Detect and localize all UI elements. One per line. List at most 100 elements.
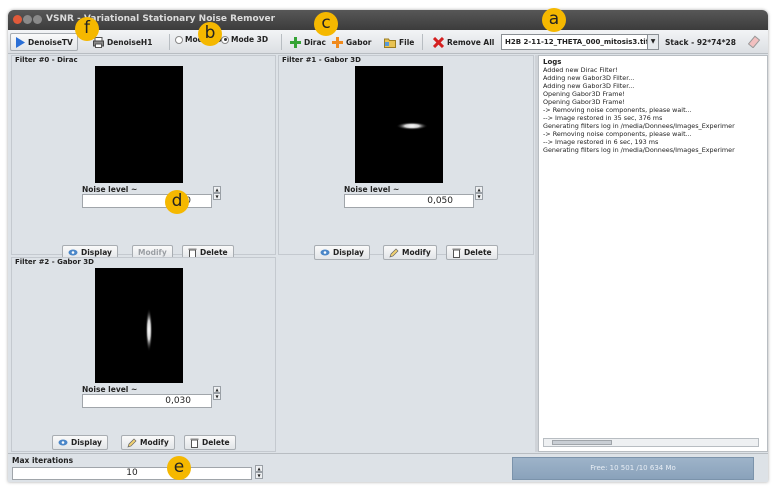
eraser-icon[interactable] [748,35,761,48]
app-window: VSNR - Variational Stationary Noise Remo… [8,10,768,482]
log-line: Opening Gabor3D Frame! [543,90,625,98]
delete-label: Delete [464,248,492,257]
denoise-tv-button[interactable]: DenoiseTV [10,33,78,51]
open-file-button[interactable]: File [379,33,419,51]
gabor-label: Gabor [346,37,372,47]
denoise-h1-button[interactable]: DenoiseH1 [88,33,157,51]
denoise-tv-label: DenoiseTV [28,37,73,47]
log-line: Added new Dirac Filter! [543,66,618,74]
filter-image [95,268,183,383]
eye-icon [320,249,330,256]
toolbar-separator [422,34,423,50]
filter-title: Filter #0 - Dirac [15,56,78,64]
modify-button[interactable]: Modify [121,435,175,450]
mode-3d-label: Mode 3D [231,35,269,44]
file-label: File [399,37,415,47]
annotation-badge-e: e [167,456,191,480]
log-line: Adding new Gabor3D Filter... [543,74,635,82]
display-label: Display [333,248,364,257]
red-cross-icon [433,36,444,48]
toolbar-separator [169,34,170,50]
noise-level-input[interactable]: 0,050 [344,194,474,208]
toolbar: DenoiseTV DenoiseH1 Mode 2D Mode 3D Dira… [8,30,768,54]
noise-level-label: Noise level ~ [82,185,138,194]
filter-title: Filter #1 - Gabor 3D [282,56,361,64]
image-select-value: H2B 2-11-12_THETA_000_mitosis3.tif [505,38,649,46]
chevron-down-icon[interactable]: ▼ [647,35,658,49]
mode-3d-radio[interactable]: Mode 3D [221,35,268,44]
filter-image [355,66,443,183]
eye-icon [68,249,78,256]
noise-spinner[interactable]: ▲ ▼ [213,386,221,400]
bottom-bar: Max iterations 10 ▲ ▼ Free: 10 501 /10 63… [8,453,768,482]
title-bar: VSNR - Variational Stationary Noise Remo… [8,10,768,30]
logs-title: Logs [543,58,562,66]
log-line: Generating filters log in /media/Donnees… [543,146,735,154]
remove-all-label: Remove All [447,37,495,47]
filter-title: Filter #2 - Gabor 3D [15,258,94,266]
noise-level-label: Noise level ~ [344,185,400,194]
play-icon [16,36,25,48]
stack-info: Stack - 92*74*28 [665,38,736,47]
display-button[interactable]: Display [314,245,370,260]
log-line: Adding new Gabor3D Filter... [543,82,635,90]
maximize-window-button[interactable] [33,15,42,24]
noise-level-input[interactable]: 0,150 [82,194,212,208]
noise-level-label: Noise level ~ [82,385,138,394]
display-label: Display [71,438,102,447]
delete-button[interactable]: Delete [184,435,236,450]
image-select[interactable]: H2B 2-11-12_THETA_000_mitosis3.tif ▼ [501,34,659,50]
annotation-badge-b: b [198,22,222,46]
radio-off-icon [175,35,183,44]
max-iterations-spinner[interactable]: ▲ ▼ [255,465,263,479]
trash-icon [190,438,199,448]
minimize-window-button[interactable] [23,15,32,24]
pencil-icon [389,248,399,258]
logs-horizontal-scrollbar[interactable] [543,438,759,447]
delete-label: Delete [200,248,228,257]
annotation-badge-c: c [314,12,338,36]
noise-level-input[interactable]: 0,030 [82,394,212,408]
filter-image [95,66,183,183]
modify-button[interactable]: Modify [383,245,437,260]
memory-indicator: Free: 10 501 /10 634 Mo [512,457,754,480]
max-iterations-label: Max iterations [12,456,74,465]
log-line: -> Removing noise components, please wai… [543,106,692,114]
modify-label: Modify [402,248,431,257]
radio-on-icon [221,35,229,44]
close-window-button[interactable] [13,15,22,24]
logs-panel: Logs Added new Dirac Filter! Adding new … [538,55,768,452]
toolbar-separator [281,34,282,50]
trash-icon [452,248,461,258]
plus-orange-icon [332,36,343,48]
plus-green-icon [290,36,301,48]
log-line: --> Image restored in 35 sec, 376 ms [543,114,663,122]
log-list: Added new Dirac Filter! Adding new Gabor… [543,66,753,154]
remove-all-button[interactable]: Remove All [428,33,499,51]
log-line: Generating filters log in /media/Donnees… [543,122,735,130]
modify-label: Modify [140,438,169,447]
log-line: Opening Gabor3D Frame! [543,98,625,106]
annotation-badge-a: a [542,8,566,32]
delete-label: Delete [202,438,230,447]
filter-panel-1: Filter #1 - Gabor 3D Noise level ~ 0,050… [278,55,534,260]
log-line: --> Image restored in 6 sec, 193 ms [543,138,659,146]
dirac-label: Dirac [304,37,327,47]
filter-panel-2: Filter #2 - Gabor 3D Noise level ~ 0,030… [11,257,276,452]
noise-spinner[interactable]: ▲ ▼ [475,186,483,200]
delete-button[interactable]: Delete [446,245,498,260]
filter-panel-0: Filter #0 - Dirac Noise level ~ 0,150 ▲▼… [11,55,276,260]
display-label: Display [81,248,112,257]
annotation-badge-d: d [165,190,189,214]
display-button[interactable]: Display [52,435,108,450]
max-iterations-input[interactable]: 10 [12,467,252,480]
eye-icon [58,439,68,446]
log-line: -> Removing noise components, please wai… [543,130,692,138]
scrollbar-thumb[interactable] [552,440,612,445]
denoise-h1-label: DenoiseH1 [107,37,153,47]
annotation-badge-f: f [75,17,99,41]
pencil-icon [127,438,137,448]
folder-icon [384,38,396,48]
add-gabor-button[interactable]: Gabor [327,33,376,51]
noise-spinner[interactable]: ▲ ▼ [213,186,221,200]
